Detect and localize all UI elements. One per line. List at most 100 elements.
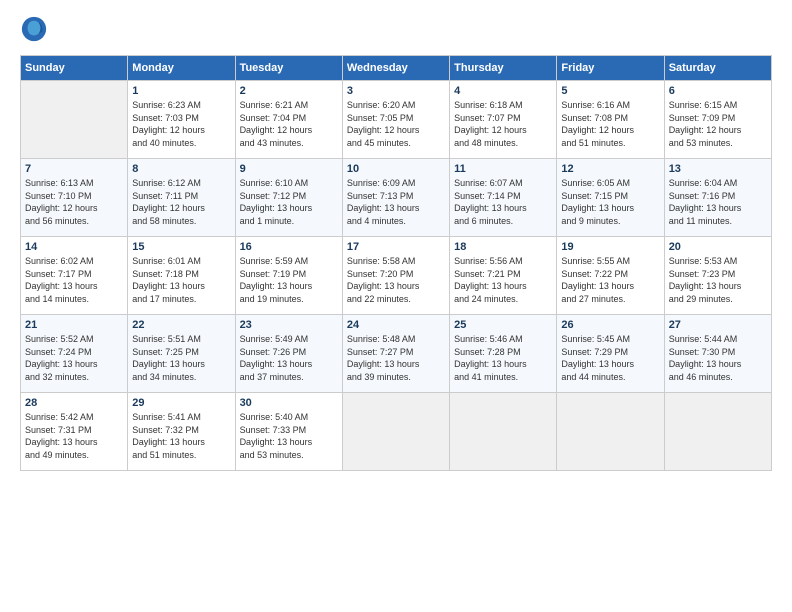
calendar-cell: 13 Sunrise: 6:04 AM Sunset: 7:16 PM Dayli… [664,159,771,237]
calendar-cell: 18 Sunrise: 5:56 AM Sunset: 7:21 PM Dayli… [450,237,557,315]
day-info: Sunrise: 6:09 AM Sunset: 7:13 PM Dayligh… [347,177,445,227]
weekday-header: Thursday [450,56,557,81]
day-info: Sunrise: 5:51 AM Sunset: 7:25 PM Dayligh… [132,333,230,383]
day-number: 14 [25,241,123,253]
day-info: Sunrise: 6:01 AM Sunset: 7:18 PM Dayligh… [132,255,230,305]
day-info: Sunrise: 5:44 AM Sunset: 7:30 PM Dayligh… [669,333,767,383]
day-info: Sunrise: 6:10 AM Sunset: 7:12 PM Dayligh… [240,177,338,227]
day-number: 20 [669,241,767,253]
day-info: Sunrise: 5:45 AM Sunset: 7:29 PM Dayligh… [561,333,659,383]
day-number: 10 [347,163,445,175]
day-info: Sunrise: 6:23 AM Sunset: 7:03 PM Dayligh… [132,99,230,149]
weekday-header: Sunday [21,56,128,81]
day-number: 25 [454,319,552,331]
calendar-week-row: 21 Sunrise: 5:52 AM Sunset: 7:24 PM Dayli… [21,315,772,393]
calendar-cell: 16 Sunrise: 5:59 AM Sunset: 7:19 PM Dayli… [235,237,342,315]
day-number: 29 [132,397,230,409]
calendar-cell: 2 Sunrise: 6:21 AM Sunset: 7:04 PM Daylig… [235,81,342,159]
day-info: Sunrise: 6:16 AM Sunset: 7:08 PM Dayligh… [561,99,659,149]
day-info: Sunrise: 5:42 AM Sunset: 7:31 PM Dayligh… [25,411,123,461]
calendar-cell [557,393,664,471]
calendar-cell: 3Sunrise: 6:20 AM Sunset: 7:05 PM Daylig… [342,81,449,159]
day-number: 26 [561,319,659,331]
day-number: 3 [347,85,445,97]
day-number: 16 [240,241,338,253]
day-number: 28 [25,397,123,409]
day-number: 7 [25,163,123,175]
day-info: Sunrise: 6:12 AM Sunset: 7:11 PM Dayligh… [132,177,230,227]
day-number: 30 [240,397,338,409]
weekday-header: Friday [557,56,664,81]
day-info: Sunrise: 6:04 AM Sunset: 7:16 PM Dayligh… [669,177,767,227]
calendar-cell: 1Sunrise: 6:23 AM Sunset: 7:03 PM Daylig… [128,81,235,159]
day-info: Sunrise: 5:59 AM Sunset: 7:19 PM Dayligh… [240,255,338,305]
weekday-header: Monday [128,56,235,81]
calendar-cell: 20Sunrise: 5:53 AM Sunset: 7:23 PM Dayli… [664,237,771,315]
day-info: Sunrise: 6:21 AM Sunset: 7:04 PM Dayligh… [240,99,338,149]
calendar-cell [664,393,771,471]
day-number: 21 [25,319,123,331]
day-number: 17 [347,241,445,253]
calendar-cell: 30 Sunrise: 5:40 AM Sunset: 7:33 PM Dayli… [235,393,342,471]
calendar-cell: 10 Sunrise: 6:09 AM Sunset: 7:13 PM Dayli… [342,159,449,237]
day-info: Sunrise: 6:02 AM Sunset: 7:17 PM Dayligh… [25,255,123,305]
logo [20,15,52,43]
day-number: 13 [669,163,767,175]
day-number: 8 [132,163,230,175]
calendar-cell: 21 Sunrise: 5:52 AM Sunset: 7:24 PM Dayli… [21,315,128,393]
calendar-cell: 7 Sunrise: 6:13 AM Sunset: 7:10 PM Daylig… [21,159,128,237]
calendar-cell: 23Sunrise: 5:49 AM Sunset: 7:26 PM Dayli… [235,315,342,393]
calendar-week-row: 28 Sunrise: 5:42 AM Sunset: 7:31 PM Dayli… [21,393,772,471]
day-number: 18 [454,241,552,253]
calendar-cell: 24 Sunrise: 5:48 AM Sunset: 7:27 PM Dayli… [342,315,449,393]
logo-icon [20,15,48,43]
day-info: Sunrise: 6:15 AM Sunset: 7:09 PM Dayligh… [669,99,767,149]
calendar-cell: 29 Sunrise: 5:41 AM Sunset: 7:32 PM Dayli… [128,393,235,471]
calendar-body: 1Sunrise: 6:23 AM Sunset: 7:03 PM Daylig… [21,81,772,471]
calendar-cell: 8 Sunrise: 6:12 AM Sunset: 7:11 PM Daylig… [128,159,235,237]
calendar-cell: 6 Sunrise: 6:15 AM Sunset: 7:09 PM Daylig… [664,81,771,159]
day-number: 6 [669,85,767,97]
weekday-header: Tuesday [235,56,342,81]
calendar-cell: 19Sunrise: 5:55 AM Sunset: 7:22 PM Dayli… [557,237,664,315]
day-info: Sunrise: 5:40 AM Sunset: 7:33 PM Dayligh… [240,411,338,461]
calendar-header-row: SundayMondayTuesdayWednesdayThursdayFrid… [21,56,772,81]
calendar-cell: 14 Sunrise: 6:02 AM Sunset: 7:17 PM Dayli… [21,237,128,315]
day-info: Sunrise: 5:46 AM Sunset: 7:28 PM Dayligh… [454,333,552,383]
calendar-cell: 9 Sunrise: 6:10 AM Sunset: 7:12 PM Daylig… [235,159,342,237]
day-info: Sunrise: 5:52 AM Sunset: 7:24 PM Dayligh… [25,333,123,383]
calendar-week-row: 1Sunrise: 6:23 AM Sunset: 7:03 PM Daylig… [21,81,772,159]
day-info: Sunrise: 5:48 AM Sunset: 7:27 PM Dayligh… [347,333,445,383]
calendar-cell [21,81,128,159]
calendar-cell: 27 Sunrise: 5:44 AM Sunset: 7:30 PM Dayli… [664,315,771,393]
day-number: 24 [347,319,445,331]
day-number: 23 [240,319,338,331]
calendar-week-row: 7 Sunrise: 6:13 AM Sunset: 7:10 PM Daylig… [21,159,772,237]
calendar-cell: 26 Sunrise: 5:45 AM Sunset: 7:29 PM Dayli… [557,315,664,393]
day-info: Sunrise: 6:05 AM Sunset: 7:15 PM Dayligh… [561,177,659,227]
calendar-cell: 25 Sunrise: 5:46 AM Sunset: 7:28 PM Dayli… [450,315,557,393]
day-info: Sunrise: 5:41 AM Sunset: 7:32 PM Dayligh… [132,411,230,461]
day-number: 15 [132,241,230,253]
day-info: Sunrise: 5:55 AM Sunset: 7:22 PM Dayligh… [561,255,659,305]
day-number: 11 [454,163,552,175]
calendar-cell: 28 Sunrise: 5:42 AM Sunset: 7:31 PM Dayli… [21,393,128,471]
day-number: 27 [669,319,767,331]
calendar-cell: 11 Sunrise: 6:07 AM Sunset: 7:14 PM Dayli… [450,159,557,237]
weekday-header: Saturday [664,56,771,81]
calendar-cell: 4Sunrise: 6:18 AM Sunset: 7:07 PM Daylig… [450,81,557,159]
calendar-cell: 22 Sunrise: 5:51 AM Sunset: 7:25 PM Dayli… [128,315,235,393]
day-info: Sunrise: 6:07 AM Sunset: 7:14 PM Dayligh… [454,177,552,227]
weekday-header: Wednesday [342,56,449,81]
day-number: 22 [132,319,230,331]
day-info: Sunrise: 5:56 AM Sunset: 7:21 PM Dayligh… [454,255,552,305]
calendar-cell: 17 Sunrise: 5:58 AM Sunset: 7:20 PM Dayli… [342,237,449,315]
day-number: 9 [240,163,338,175]
day-info: Sunrise: 6:13 AM Sunset: 7:10 PM Dayligh… [25,177,123,227]
day-info: Sunrise: 5:58 AM Sunset: 7:20 PM Dayligh… [347,255,445,305]
day-number: 2 [240,85,338,97]
calendar-cell [342,393,449,471]
page-container: SundayMondayTuesdayWednesdayThursdayFrid… [0,0,792,481]
page-header [20,15,772,43]
calendar-cell: 15 Sunrise: 6:01 AM Sunset: 7:18 PM Dayli… [128,237,235,315]
